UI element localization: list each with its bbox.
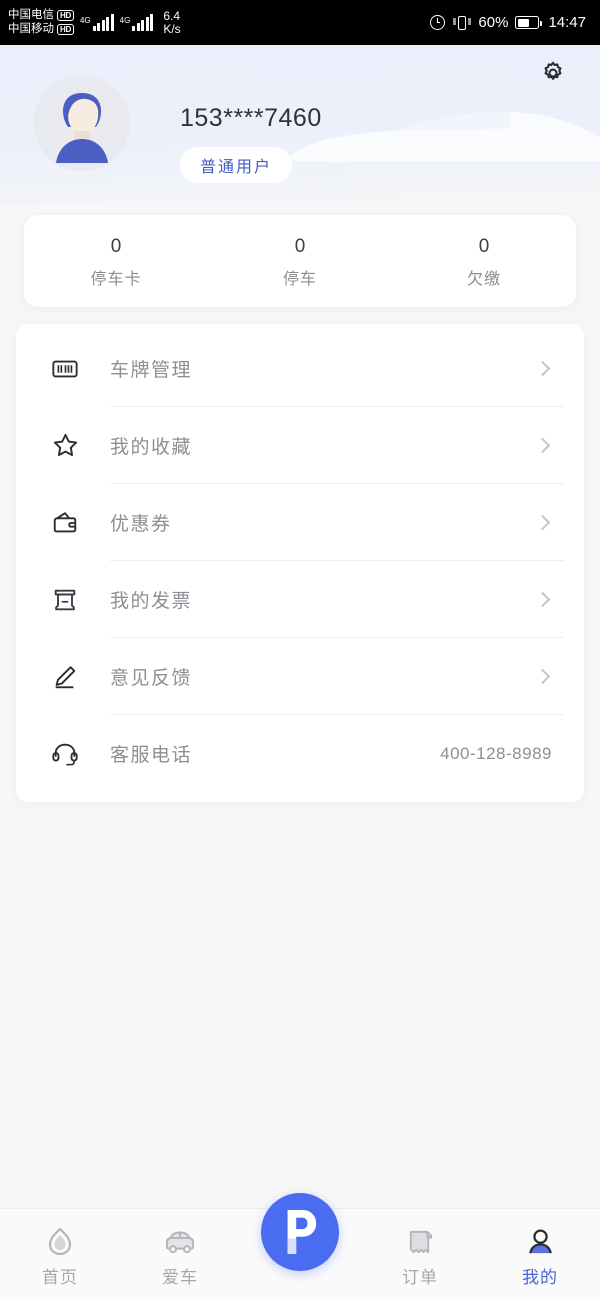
menu-card: 车牌管理 我的收藏 优惠券 我的发票 意见反馈 客服电话 400-128-898… [16,324,584,802]
battery-icon [515,16,543,29]
chevron-right-icon [534,437,551,454]
menu-item-label: 车牌管理 [110,360,193,381]
stat-value: 0 [110,235,122,257]
avatar-illustration [34,75,130,171]
wallet-icon [48,506,82,540]
signal-bars-icon-1 [92,14,114,31]
tab-parking-action[interactable]: P [240,1193,360,1271]
tab-home[interactable]: 首页 [0,1209,120,1288]
stat-value: 0 [294,235,306,257]
hd-badge-2: HD [57,24,74,35]
status-bar-left: 中国电信 HD 中国移动 HD 4G 4G 6.4 K/s [8,9,181,36]
gear-icon[interactable] [540,60,566,86]
status-bar-clock: 14:47 [548,14,586,31]
license-plate-icon [48,352,82,386]
user-level-badge: 普通用户 [180,147,293,183]
profile-header: 153****7460 普通用户 [0,45,600,205]
stat-parking[interactable]: 0 停车 [208,234,392,289]
menu-item-favorites[interactable]: 我的收藏 [16,407,584,484]
signal-block-2: 4G [120,14,154,31]
bottom-tab-bar: 首页 爱车 P [0,1193,600,1300]
battery-percent-label: 60% [478,14,509,31]
parking-p-icon[interactable] [261,1193,339,1271]
menu-item-license-plate[interactable]: 车牌管理 [16,330,584,407]
carrier-name-2: 中国移动 [8,23,54,35]
signal-bars-icon-2 [132,14,154,31]
menu-item-label: 客服电话 [110,745,193,766]
tab-label: 首页 [42,1268,78,1287]
pencil-icon [48,660,82,694]
vibrate-icon: ⦀ ⦀ [452,15,472,30]
vibrate-wave-right: ⦀ [467,17,472,27]
menu-item-service-phone[interactable]: 客服电话 400-128-8989 [16,715,584,792]
network-speed-value: 6.4 [163,8,180,23]
vibrate-body [457,15,466,30]
network-type-2: 4G [119,16,131,25]
chevron-right-icon [534,668,551,685]
alarm-icon [430,15,446,30]
hd-badge-1: HD [57,10,74,21]
carrier-row-1: 中国电信 HD [8,9,74,22]
tab-label: 我的 [522,1268,558,1287]
stats-card: 0 停车卡 0 停车 0 欠缴 [24,215,576,307]
car-icon [162,1223,198,1261]
stat-arrears[interactable]: 0 欠缴 [392,234,576,289]
menu-item-label: 优惠券 [110,514,172,535]
network-speed-unit: K/s [163,21,181,36]
network-type-1: 4G [79,16,91,25]
stat-parking-card[interactable]: 0 停车卡 [24,234,208,289]
signal-block-1: 4G [80,14,114,31]
carrier-name-1: 中国电信 [8,9,54,21]
status-bar-right: ⦀ ⦀ 60% 14:47 [430,14,586,31]
chevron-right-icon [534,360,551,377]
headset-icon [48,737,82,771]
stat-value: 0 [478,235,490,257]
stat-label: 欠缴 [466,270,501,288]
chevron-right-icon [534,514,551,531]
vibrate-wave-left: ⦀ [452,17,457,27]
car-silhouette-icon [290,111,600,163]
service-phone-number: 400-128-8989 [440,743,552,763]
menu-item-coupons[interactable]: 优惠券 [16,484,584,561]
carrier-row-2: 中国移动 HD [8,23,74,36]
tab-label: 爱车 [162,1268,198,1287]
invoice-icon [48,583,82,617]
menu-item-feedback[interactable]: 意见反馈 [16,638,584,715]
status-bar: 中国电信 HD 中国移动 HD 4G 4G 6.4 K/s ⦀ ⦀ 60% 14… [0,0,600,45]
tab-my-car[interactable]: 爱车 [120,1209,240,1288]
stat-label: 停车卡 [90,270,142,288]
receipt-icon [405,1223,436,1261]
network-speed: 6.4 K/s [163,8,181,36]
user-info: 153****7460 普通用户 [180,103,322,183]
person-icon [525,1223,556,1261]
star-icon [48,429,82,463]
menu-item-label: 我的收藏 [110,437,193,458]
stat-label: 停车 [282,270,317,288]
user-phone: 153****7460 [180,104,322,132]
home-icon [44,1223,76,1261]
chevron-right-icon [534,591,551,608]
menu-item-label: 意见反馈 [110,668,193,689]
tab-label: 订单 [402,1268,438,1287]
tab-profile[interactable]: 我的 [480,1209,600,1288]
avatar[interactable] [34,75,130,171]
menu-item-invoices[interactable]: 我的发票 [16,561,584,638]
tab-orders[interactable]: 订单 [360,1209,480,1288]
carrier-labels: 中国电信 HD 中国移动 HD [8,9,74,36]
menu-item-label: 我的发票 [110,591,193,612]
